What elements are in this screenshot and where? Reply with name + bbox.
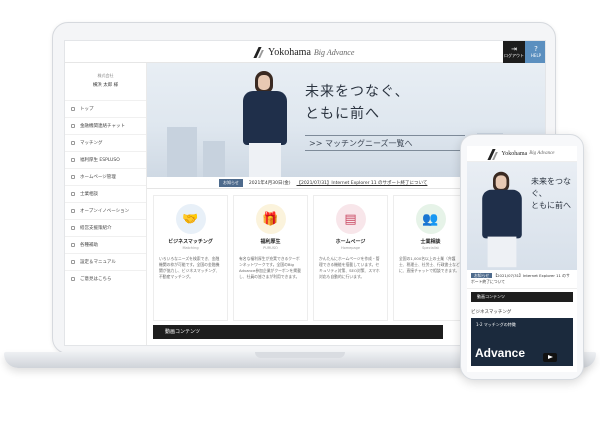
gear-icon: [71, 260, 75, 264]
video-title: 1-2 マッチングの特徴: [476, 322, 516, 327]
card-description: かんたんにホームページを作成・管理できる機能を搭載しています。セキュリティ対策、…: [319, 256, 380, 279]
news-date: 2021年4月30日(金): [248, 180, 291, 186]
help-icon: ?: [534, 45, 538, 53]
people-icon: 👥: [415, 204, 446, 234]
logo-mark-icon: [255, 47, 265, 57]
gift-icon: 🎁: [255, 204, 286, 234]
phone-screen: Yokohama Big Advance 未来をつなぐ、 ともに前へ お知らせ …: [467, 146, 577, 372]
phone-news[interactable]: お知らせ 【2021/07/31】Internet Explorer 11 のサ…: [467, 270, 577, 289]
support-icon: [71, 226, 75, 230]
webpage-icon: [71, 175, 75, 179]
site-header: Yokohama Big Advance ⇥ ログアウト ? HELP: [65, 41, 545, 63]
card-title: 福利厚生: [260, 239, 281, 245]
people-icon: [71, 192, 75, 196]
handshake-icon: 🤝: [175, 204, 206, 234]
card-homepage[interactable]: ▤ ホームページ Homepage かんたんにホームページを作成・管理できる機能…: [313, 195, 388, 321]
sidebar-item-label: ご意見はこちら: [80, 277, 112, 282]
card-business-matching[interactable]: 🤝 ビジネスマッチング Matching いろいろなニーズを検索でき、金融機関の…: [153, 195, 228, 321]
sidebar-item-welfare[interactable]: 福利厚生 ESPLUSO: [65, 151, 146, 168]
logout-icon: ⇥: [511, 45, 517, 53]
hero-person-image: [235, 69, 295, 177]
card-description: 有名な福利厚生が充実できるクーポンネットワークです。全国のBig Advance…: [239, 256, 301, 279]
logo-text: Yokohama: [501, 150, 528, 157]
sidebar-item-label: 経営支援策紹介: [80, 226, 112, 231]
sidebar-item-matching[interactable]: マッチング: [65, 134, 146, 151]
home-icon: [71, 107, 75, 111]
sidebar-item-label: 福利厚生 ESPLUSO: [80, 158, 120, 163]
news-link[interactable]: 【2021/07/31】Internet Explorer 11 のサポート終了…: [296, 180, 427, 186]
phone-hero-title: 未来をつなぐ、 ともに前へ: [531, 176, 577, 212]
sidebar-item-innovation[interactable]: オープンイノベーション: [65, 202, 146, 219]
logo-mark-icon: [489, 149, 499, 159]
document-icon: [71, 243, 75, 247]
sidebar: 株式会社 横浜 太郎 様 トップ 金融機関連絡チャット マッチング 福利厚生 E…: [65, 63, 147, 345]
hero-title-line1: 未来をつなぐ、: [305, 84, 410, 100]
card-title: 士業相談: [420, 239, 441, 245]
sidebar-item-label: マッチング: [80, 141, 103, 146]
video-caption: Advance: [475, 346, 526, 360]
sidebar-item-label: 金融機関連絡チャット: [80, 124, 125, 129]
sidebar-item-label: 士業相談: [80, 192, 98, 197]
phone-video-thumbnail[interactable]: 1-2 マッチングの特徴 Advance: [471, 318, 573, 366]
logout-button[interactable]: ⇥ ログアウト: [503, 41, 525, 63]
play-icon[interactable]: [543, 353, 557, 362]
phone-video-bar[interactable]: 動画コンテンツ: [471, 292, 573, 302]
card-description: 全国の1,000名以上の士業（弁護士、税理士、社労士、行政書士など）に、直接チャ…: [399, 256, 462, 273]
site-logo[interactable]: Yokohama Big Advance: [255, 45, 354, 59]
phone-header: Yokohama Big Advance: [467, 146, 577, 162]
chat-icon: [71, 124, 75, 128]
webpage-icon: ▤: [335, 204, 366, 234]
sidebar-item-label: トップ: [80, 107, 94, 112]
city-building: [203, 141, 225, 177]
help-label: HELP: [530, 53, 542, 58]
news-tag: お知らせ: [471, 273, 493, 278]
card-welfare[interactable]: 🎁 福利厚生 PURUSO 有名な福利厚生が充実できるクーポンネットワークです。…: [233, 195, 308, 321]
sidebar-item-support[interactable]: 経営支援策紹介: [65, 219, 146, 236]
hero-title: 未来をつなぐ、 ともに前へ: [305, 81, 410, 125]
hero-title-line2: ともに前へ: [531, 201, 571, 210]
card-description: いろいろなニーズを検索でき、金融機関の枠が可能です。全国の金融機関が協力し、ビジ…: [159, 256, 220, 279]
hero-person-image: [475, 170, 529, 268]
matching-icon: [71, 141, 75, 145]
gift-icon: [71, 158, 75, 162]
video-content-bar[interactable]: 動画コンテンツ: [153, 325, 443, 339]
card-specialist[interactable]: 👥 士業相談 Specialist 全国の1,000名以上の士業（弁護士、税理士…: [393, 195, 468, 321]
sidebar-username: 横浜 太郎 様: [92, 83, 119, 88]
card-title: ビジネスマッチング: [168, 239, 213, 245]
hero-title-line2: ともに前へ: [305, 106, 380, 122]
sidebar-item-label: 設定＆マニュアル: [80, 260, 116, 265]
lightbulb-icon: [71, 209, 75, 213]
sidebar-item-settings[interactable]: 設定＆マニュアル: [65, 253, 146, 270]
sidebar-item-label: ホームページ管理: [80, 175, 116, 180]
phone-hero: 未来をつなぐ、 ともに前へ: [467, 162, 577, 270]
card-title: ホームページ: [335, 239, 366, 245]
logo-subtext: Big Advance: [313, 47, 355, 57]
news-tag: お知らせ: [219, 178, 243, 187]
sidebar-item-chat[interactable]: 金融機関連絡チャット: [65, 117, 146, 134]
sidebar-item-feedback[interactable]: ご意見はこちら: [65, 270, 146, 287]
laptop-notch: [255, 352, 345, 358]
logo-text: Yokohama: [268, 46, 311, 58]
hero-title-line1: 未来をつなぐ、: [531, 177, 571, 198]
logout-label: ログアウト: [504, 53, 524, 58]
phone-section-title: ビジネスマッチング: [471, 310, 512, 315]
matching-needs-link[interactable]: >> マッチングニーズ一覧へ: [305, 135, 465, 151]
city-building: [167, 127, 197, 177]
sidebar-company: 株式会社: [97, 73, 114, 78]
sidebar-item-homepage[interactable]: ホームページ管理: [65, 168, 146, 185]
sidebar-item-top[interactable]: トップ: [65, 100, 146, 117]
sidebar-item-subsidy[interactable]: 各種補助: [65, 236, 146, 253]
mail-icon: [71, 277, 75, 281]
sidebar-item-label: オープンイノベーション: [80, 209, 130, 214]
sidebar-item-label: 各種補助: [80, 243, 98, 248]
device-mockup-stage: Yokohama Big Advance ⇥ ログアウト ? HELP 株式会社…: [0, 0, 600, 428]
logo-subtext: Big Advance: [529, 151, 555, 156]
sidebar-item-specialist[interactable]: 士業相談: [65, 185, 146, 202]
help-button[interactable]: ? HELP: [525, 41, 545, 63]
